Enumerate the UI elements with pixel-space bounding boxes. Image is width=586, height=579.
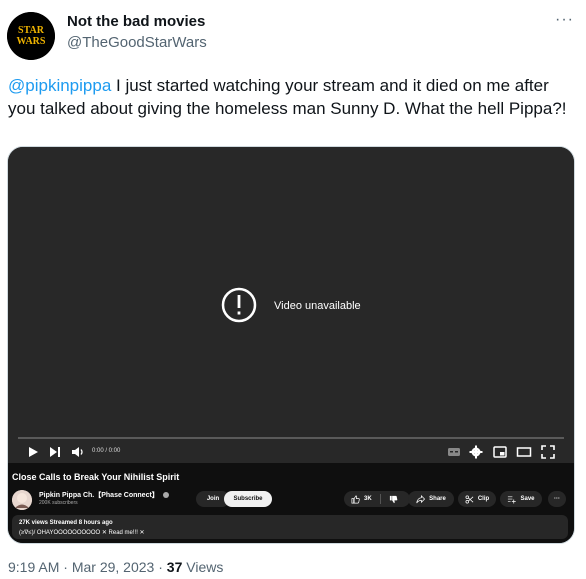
svg-text:WARS: WARS [17,36,46,47]
more-icon[interactable]: ··· [555,11,574,29]
clip-button[interactable]: Clip [458,491,496,507]
channel-avatar[interactable] [12,490,32,510]
thumbs-down-icon[interactable] [389,495,398,504]
save-button[interactable]: Save [500,491,542,507]
verified-icon [162,492,169,499]
thumbs-up-icon[interactable] [351,495,360,504]
subscriber-count: 200K subscribers [39,500,78,506]
share-button[interactable]: Share [408,491,454,507]
like-dislike-group[interactable]: 3K [344,491,410,507]
share-icon [416,494,426,503]
tweet-time[interactable]: 9:19 AM [8,559,59,575]
next-icon[interactable] [46,443,64,461]
captions-icon[interactable] [445,443,463,461]
description-text: (≥∇≤)/ OHAYOOOOOOOOOO ✕ Read me!!! ✕ [19,530,145,536]
views-label: Views [186,559,224,575]
subscribe-button[interactable]: Subscribe [224,491,272,507]
video-info-panel: Close Calls to Break Your Nihilist Spiri… [8,463,574,543]
alert-icon [221,287,257,323]
video-title[interactable]: Close Calls to Break Your Nihilist Spiri… [12,472,179,482]
author-display-name[interactable]: Not the bad movies [67,13,205,30]
time-display: 0:00 / 0:00 [92,448,121,454]
settings-gear-icon[interactable] [467,443,485,461]
playlist-add-icon [508,495,517,504]
video-error-text: Video unavailable [274,300,361,312]
volume-icon[interactable] [69,443,87,461]
tweet-date[interactable]: Mar 29, 2023 [72,559,155,575]
video-embed[interactable]: Video unavailable 0:00 / 0:00 Close Call… [7,146,575,544]
tweet-text: @pipkinpippa I just started watching you… [8,74,573,120]
channel-name[interactable]: Pipkin Pippa Ch.【Phase Connect】 [39,490,169,500]
author-handle[interactable]: @TheGoodStarWars [67,34,207,51]
author-avatar[interactable]: STAR WARS [7,12,55,60]
more-actions-icon[interactable]: ··· [548,491,566,507]
tweet-timestamp: 9:19 AM · Mar 29, 2023 · 37 Views [8,559,224,575]
progress-bar[interactable] [18,437,564,439]
video-player[interactable]: Video unavailable 0:00 / 0:00 [8,147,574,463]
mention-link[interactable]: @pipkinpippa [8,76,111,95]
scissors-icon [465,495,474,503]
description-box[interactable]: 27K views Streamed 8 hours ago (≥∇≤)/ OH… [12,515,568,539]
play-icon[interactable] [24,443,42,461]
theater-mode-icon[interactable] [515,443,533,461]
fullscreen-icon[interactable] [539,443,557,461]
like-count: 3K [364,496,372,502]
view-count: 37 [166,559,183,575]
view-count-meta: 27K views Streamed 8 hours ago [19,520,113,526]
avatar-logo-text: STAR [18,25,45,36]
miniplayer-icon[interactable] [491,443,509,461]
